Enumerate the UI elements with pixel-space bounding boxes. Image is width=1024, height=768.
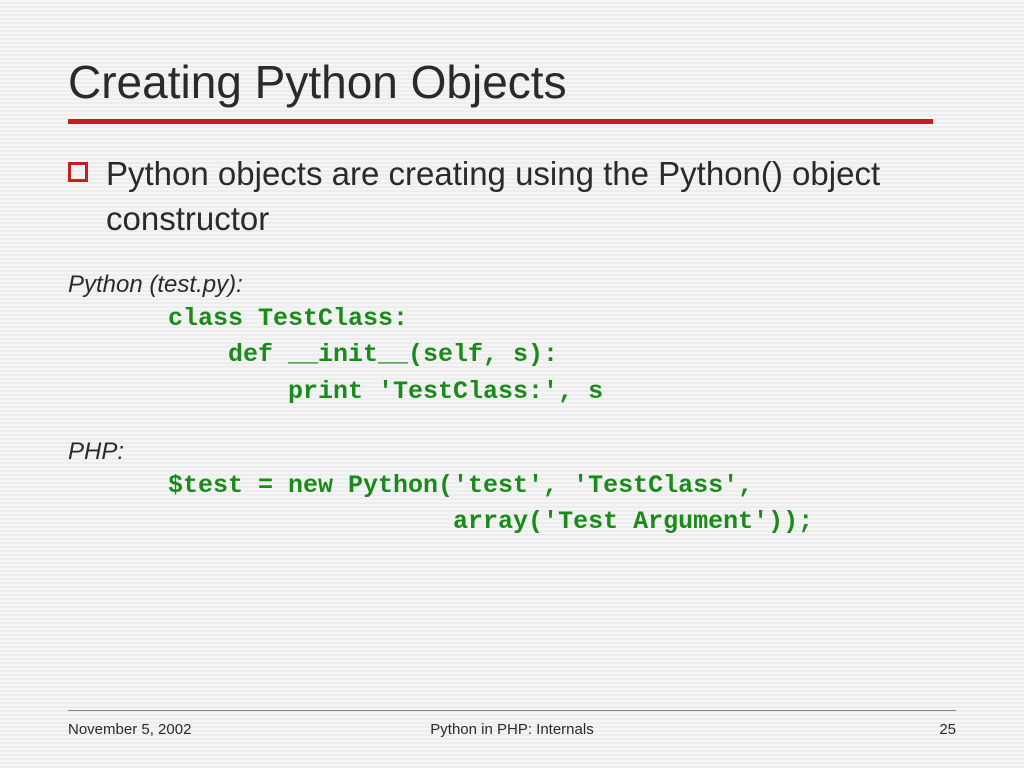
footer-page: 25 — [660, 721, 956, 738]
php-label: PHP: — [68, 438, 956, 466]
footer-date: November 5, 2002 — [68, 721, 364, 738]
footer-title: Python in PHP: Internals — [364, 721, 660, 738]
python-label: Python (test.py): — [68, 271, 956, 299]
bullet-item: Python objects are creating using the Py… — [68, 152, 956, 241]
python-code: class TestClass: def __init__(self, s): … — [168, 301, 956, 410]
code-line: def __init__(self, s): — [168, 340, 558, 369]
code-line: class TestClass: — [168, 304, 408, 333]
title-underline — [68, 119, 933, 124]
slide-container: Creating Python Objects Python objects a… — [0, 0, 1024, 768]
code-line: $test = new Python('test', 'TestClass', — [168, 471, 753, 500]
footer-content: November 5, 2002 Python in PHP: Internal… — [68, 721, 956, 738]
bullet-box-icon — [68, 162, 88, 182]
code-line: print 'TestClass:', s — [168, 377, 603, 406]
footer-divider — [68, 710, 956, 711]
slide-footer: November 5, 2002 Python in PHP: Internal… — [0, 710, 1024, 738]
php-code: $test = new Python('test', 'TestClass', … — [168, 468, 956, 541]
slide-title: Creating Python Objects — [68, 55, 956, 109]
code-line: array('Test Argument')); — [168, 507, 813, 536]
bullet-text: Python objects are creating using the Py… — [106, 152, 956, 241]
